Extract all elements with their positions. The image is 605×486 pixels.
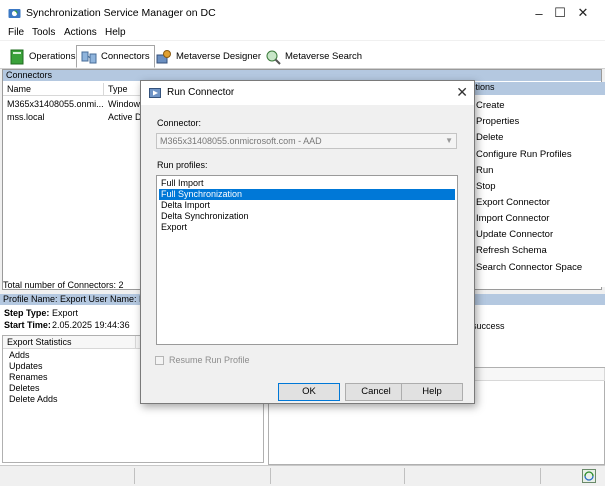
run-profile-full-import[interactable]: Full Import bbox=[159, 178, 455, 189]
menu-tools[interactable]: Tools bbox=[32, 27, 55, 38]
action-create[interactable]: Create bbox=[476, 100, 505, 111]
chevron-down-icon: ▼ bbox=[445, 136, 453, 145]
status-bar bbox=[0, 465, 605, 486]
action-import-connector[interactable]: Import Connector bbox=[476, 213, 549, 224]
action-update-connector[interactable]: Update Connector bbox=[476, 229, 553, 240]
run-connector-icon bbox=[149, 88, 161, 98]
connector-dropdown[interactable]: M365x31408055.onmicrosoft.com - AAD ▼ bbox=[156, 133, 457, 149]
stat-delete-adds: Delete Adds bbox=[9, 394, 58, 404]
window-title: Synchronization Service Manager on DC bbox=[26, 7, 216, 19]
operations-button[interactable]: Operations bbox=[5, 45, 79, 68]
run-profiles-label: Run profiles: bbox=[157, 160, 208, 170]
sync-service-app-icon bbox=[8, 9, 21, 18]
dialog-title-bar: Run Connector ✕ bbox=[141, 81, 474, 105]
export-statistics-header[interactable]: Export Statistics bbox=[3, 336, 136, 349]
run-connector-dialog: Run Connector ✕ Connector: M365x31408055… bbox=[140, 80, 475, 404]
menu-help[interactable]: Help bbox=[105, 27, 126, 38]
metaverse-designer-label: Metaverse Designer bbox=[176, 51, 262, 62]
metaverse-designer-icon bbox=[156, 49, 171, 63]
cancel-button[interactable]: Cancel bbox=[345, 383, 407, 401]
run-profile-delta-import[interactable]: Delta Import bbox=[159, 200, 455, 211]
metaverse-search-label: Metaverse Search bbox=[285, 51, 363, 62]
status-separator bbox=[540, 468, 541, 484]
title-bar: Synchronization Service Manager on DC – … bbox=[0, 0, 605, 26]
connector-type: Active Di bbox=[108, 112, 144, 122]
run-profile-delta-synchronization[interactable]: Delta Synchronization bbox=[159, 211, 455, 222]
metaverse-search-icon bbox=[266, 50, 281, 65]
action-run[interactable]: Run bbox=[476, 165, 493, 176]
connector-name: mss.local bbox=[7, 112, 45, 122]
checkbox-box bbox=[155, 355, 164, 365]
column-header-type[interactable]: Type bbox=[104, 83, 144, 96]
menu-file[interactable]: File bbox=[8, 27, 24, 38]
menu-actions[interactable]: Actions bbox=[64, 27, 97, 38]
action-configure-run-profiles[interactable]: Configure Run Profiles bbox=[476, 149, 572, 160]
connectors-icon bbox=[81, 51, 97, 63]
connector-dropdown-value: M365x31408055.onmicrosoft.com - AAD bbox=[160, 136, 322, 146]
sync-status-icon bbox=[582, 469, 596, 483]
run-profiles-list[interactable]: Full Import Full Synchronization Delta I… bbox=[156, 175, 458, 345]
connector-label: Connector: bbox=[157, 118, 202, 128]
action-refresh-schema[interactable]: Refresh Schema bbox=[476, 245, 547, 256]
connector-name: M365x31408055.onmi... bbox=[7, 99, 104, 109]
step-type-label: Step Type: bbox=[4, 308, 50, 318]
run-profile-export[interactable]: Export bbox=[159, 222, 455, 233]
metaverse-search-button[interactable]: Metaverse Search bbox=[261, 45, 366, 68]
column-header-name[interactable]: Name bbox=[3, 83, 104, 96]
close-window-button[interactable]: ✕ bbox=[561, 0, 605, 26]
action-stop[interactable]: Stop bbox=[476, 181, 496, 192]
status-separator bbox=[404, 468, 405, 484]
connectors-button[interactable]: Connectors bbox=[76, 45, 155, 68]
status-separator bbox=[134, 468, 135, 484]
toolbar: Operations Connectors Metaverse Designer… bbox=[0, 41, 605, 69]
resume-run-profile-label: Resume Run Profile bbox=[169, 355, 250, 365]
run-profile-full-synchronization[interactable]: Full Synchronization bbox=[159, 189, 455, 200]
action-delete[interactable]: Delete bbox=[476, 132, 503, 143]
operations-icon bbox=[10, 49, 24, 64]
action-properties[interactable]: Properties bbox=[476, 116, 519, 127]
dialog-close-icon[interactable]: ✕ bbox=[456, 84, 468, 101]
metaverse-designer-button[interactable]: Metaverse Designer bbox=[152, 45, 265, 68]
status-separator bbox=[270, 468, 271, 484]
step-type-value: Export bbox=[52, 308, 79, 318]
ok-button[interactable]: OK bbox=[278, 383, 340, 401]
resume-run-profile-checkbox[interactable]: Resume Run Profile bbox=[155, 355, 250, 365]
actions-pane: ctions Create Properties Delete Configur… bbox=[468, 82, 605, 287]
help-button[interactable]: Help bbox=[401, 383, 463, 401]
action-export-connector[interactable]: Export Connector bbox=[476, 197, 550, 208]
dialog-title: Run Connector bbox=[167, 87, 235, 98]
connector-type: Windows bbox=[108, 99, 144, 109]
start-time-value: 2.05.2025 19:44:36 bbox=[52, 320, 130, 330]
connectors-label: Connectors bbox=[101, 51, 150, 62]
menu-bar: File Tools Actions Help bbox=[0, 26, 605, 40]
actions-header: ctions bbox=[468, 82, 605, 95]
operations-label: Operations bbox=[29, 51, 76, 62]
action-search-connector-space[interactable]: Search Connector Space bbox=[476, 262, 582, 273]
status-text: success bbox=[472, 321, 505, 331]
start-time-label: Start Time: bbox=[4, 320, 51, 330]
